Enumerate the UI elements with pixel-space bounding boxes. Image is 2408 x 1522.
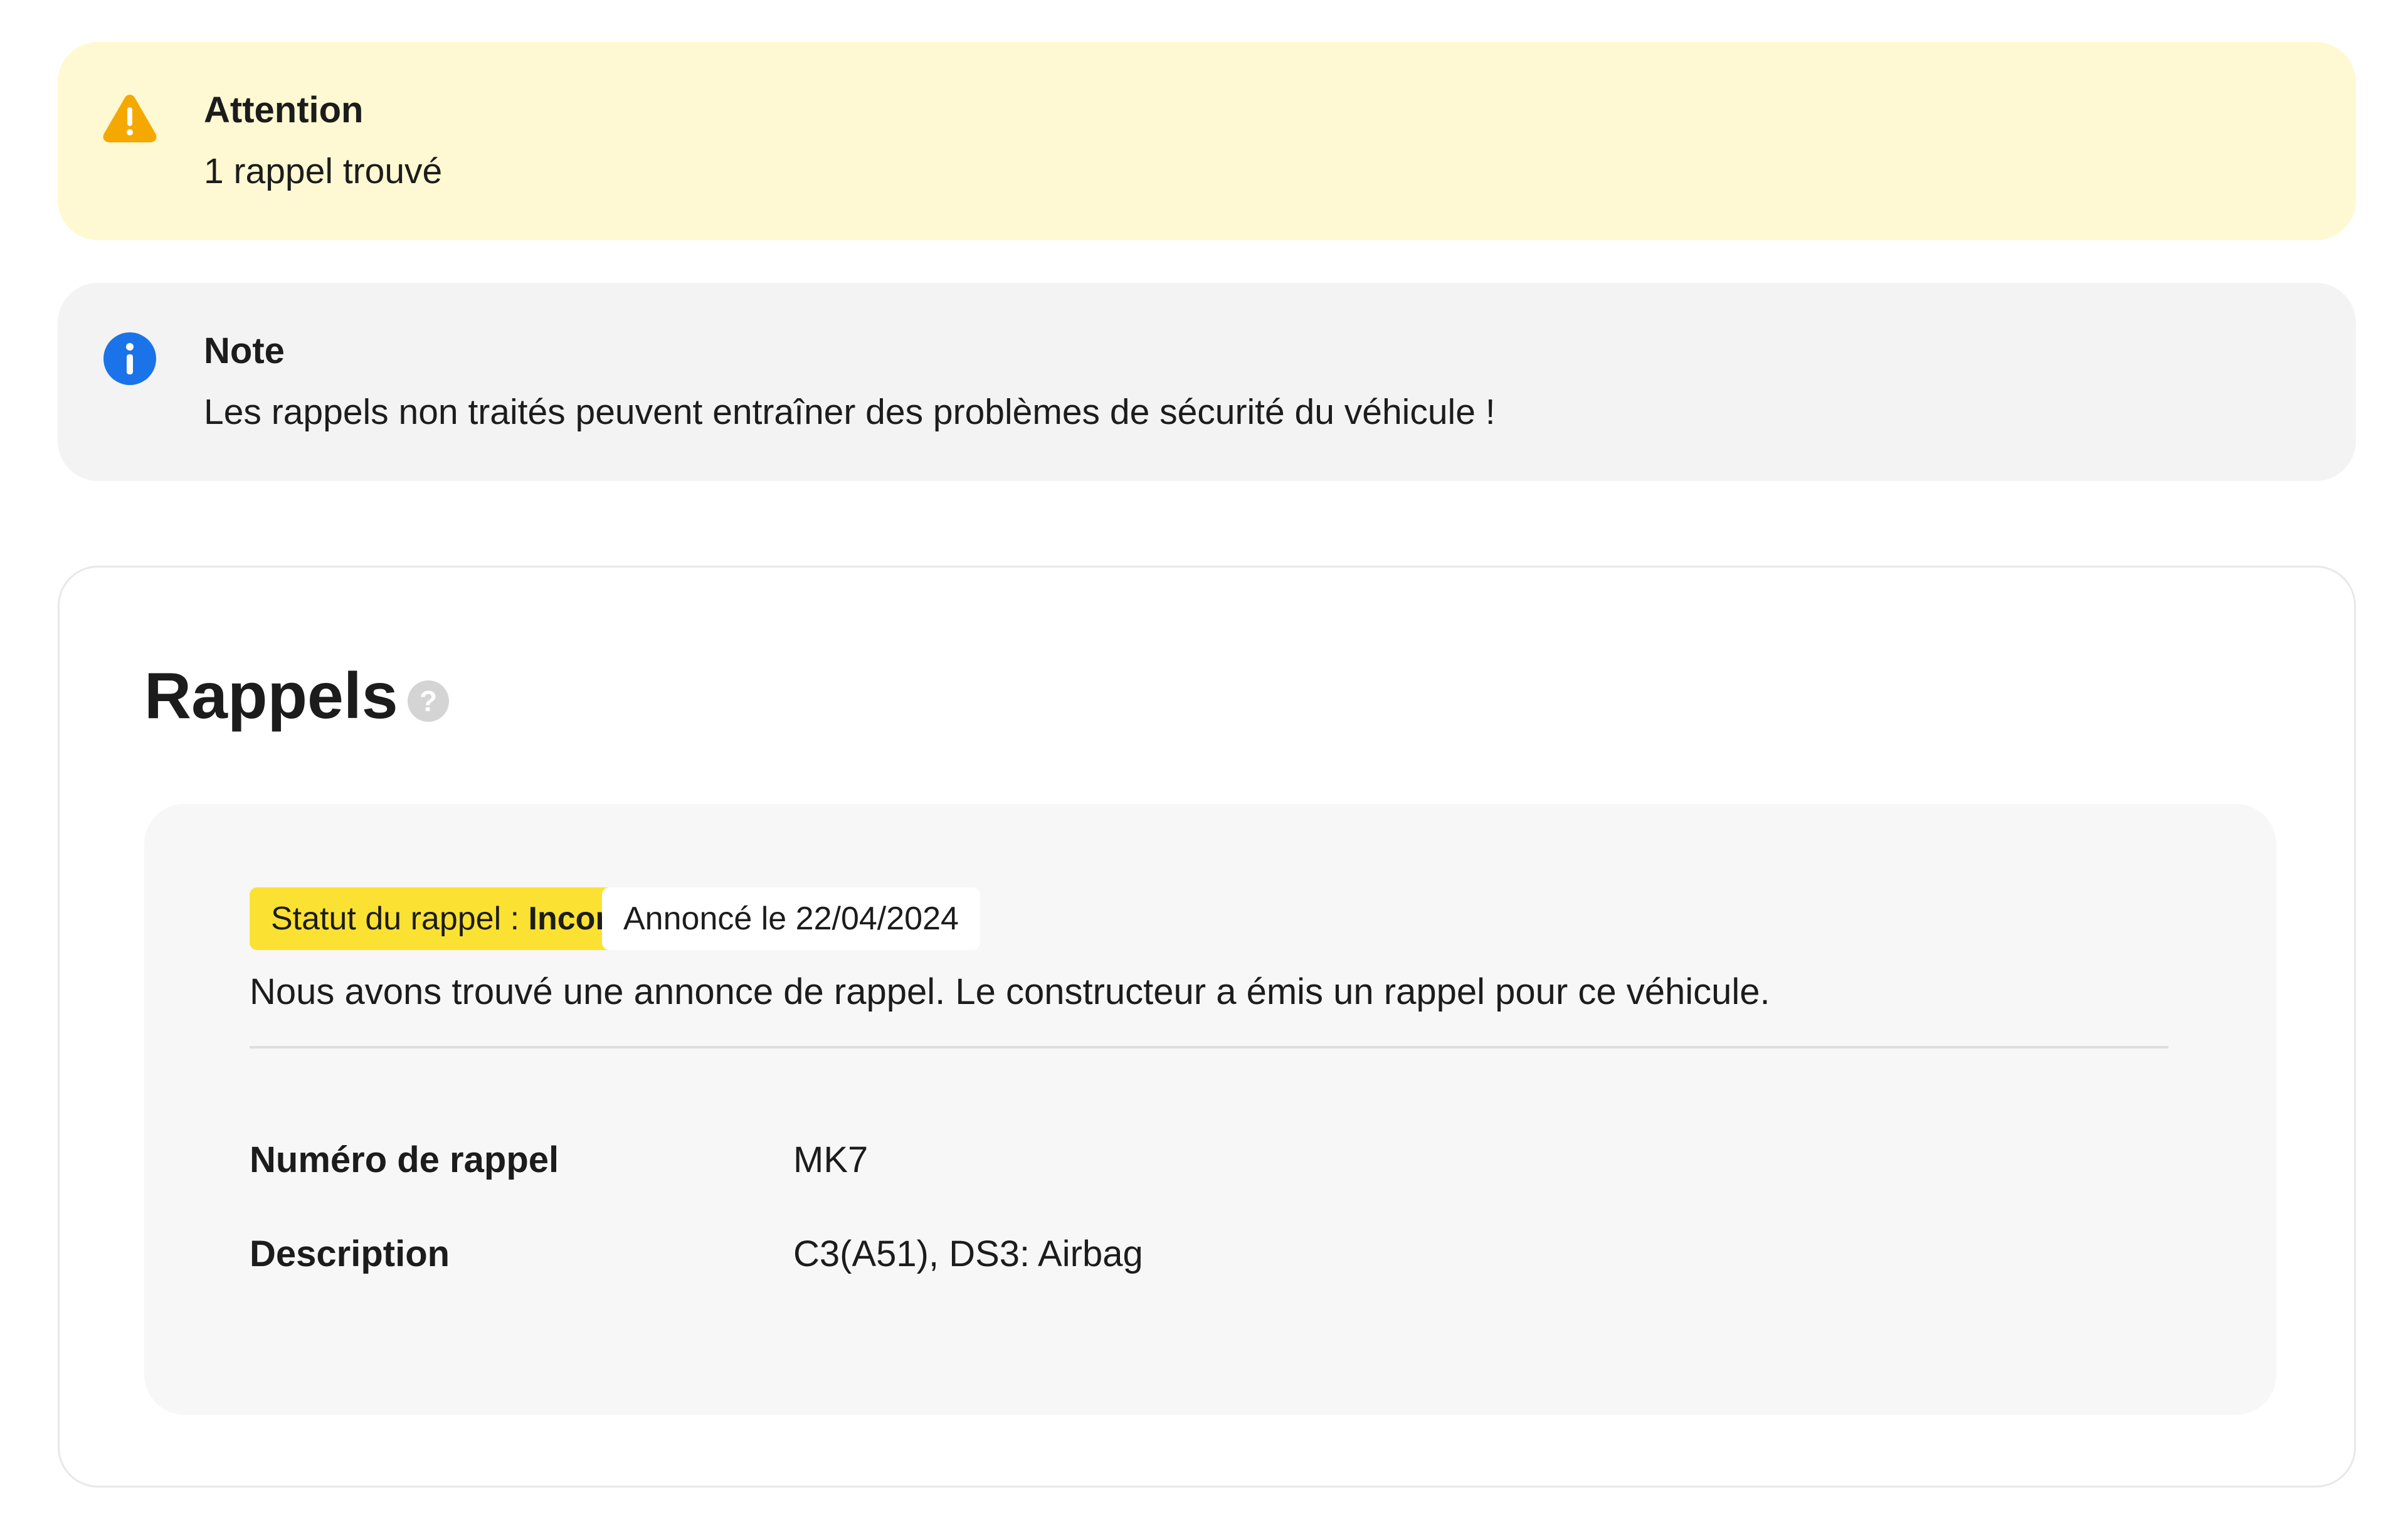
- recalls-card: Rappels ? Statut du rappel : Inconnu Ann…: [58, 566, 2356, 1488]
- info-alert: Note Les rappels non traités peuvent ent…: [58, 283, 2356, 481]
- info-circle-icon: [103, 332, 156, 385]
- warning-triangle-icon: [103, 95, 157, 142]
- recall-item: Statut du rappel : Inconnu Annoncé le 22…: [144, 804, 2276, 1415]
- recall-description-label: Description: [250, 1234, 450, 1274]
- recall-summary: Nous avons trouvé une annonce de rappel.…: [250, 971, 1770, 1012]
- warning-alert: Attention 1 rappel trouvé: [58, 42, 2356, 240]
- recall-number-label: Numéro de rappel: [250, 1139, 559, 1180]
- divider: [250, 1046, 2168, 1049]
- recall-status-label: Statut du rappel :: [271, 901, 529, 937]
- warning-text: 1 rappel trouvé: [204, 151, 443, 191]
- recall-announced-badge: Annoncé le 22/04/2024: [602, 887, 980, 950]
- recalls-title: Rappels: [144, 660, 398, 732]
- info-text: Les rappels non traités peuvent entraîne…: [204, 392, 1496, 432]
- warning-title: Attention: [204, 90, 364, 130]
- recall-number-value: MK7: [793, 1139, 869, 1180]
- recall-description-value: C3(A51), DS3: Airbag: [793, 1234, 1143, 1274]
- help-question-icon[interactable]: ?: [408, 680, 449, 722]
- info-title: Note: [204, 330, 285, 371]
